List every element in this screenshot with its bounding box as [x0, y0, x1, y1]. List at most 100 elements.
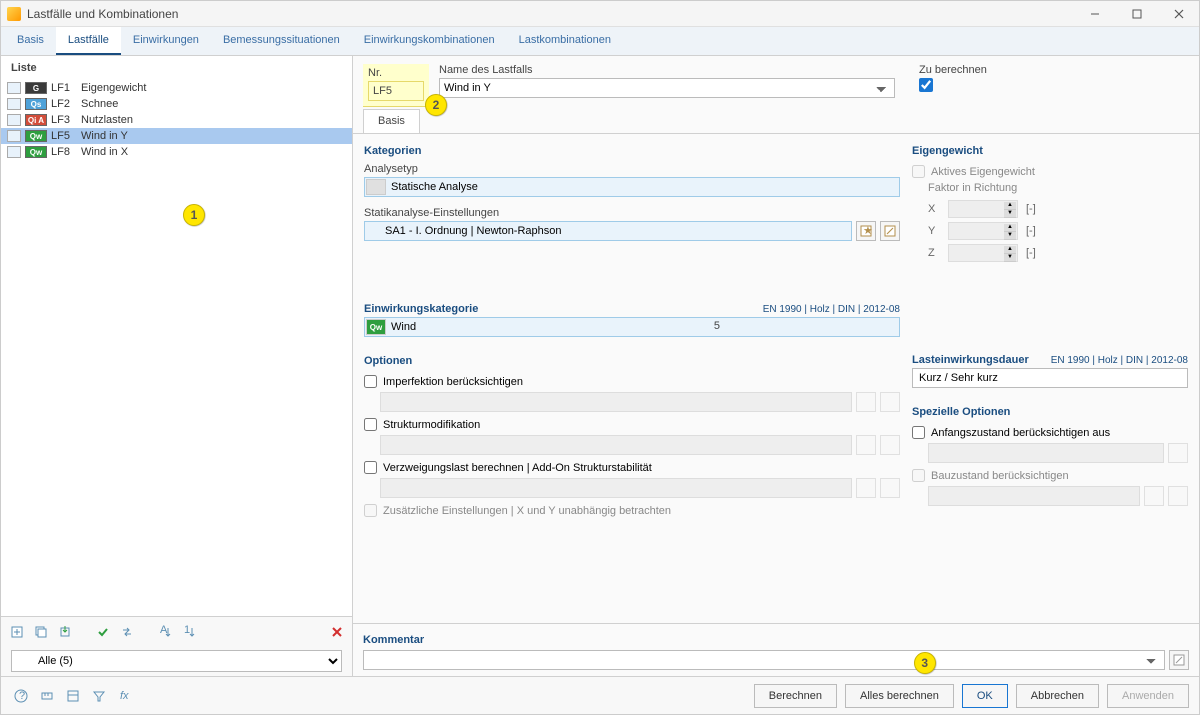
analysetyp-select[interactable]: Statische Analyse — [364, 177, 900, 197]
opt-verzweigung-label: Verzweigungslast berechnen | Add-On Stru… — [383, 462, 652, 474]
help-icon[interactable]: ? — [11, 686, 31, 706]
category-badge: Qw — [25, 130, 47, 142]
list-item[interactable]: GLF1Eigengewicht — [1, 80, 352, 96]
tab-lastkombinationen[interactable]: Lastkombinationen — [507, 27, 623, 55]
list-item-num: LF8 — [51, 146, 77, 158]
list-item-name: Wind in X — [81, 146, 128, 158]
tab-einwirkungen[interactable]: Einwirkungen — [121, 27, 211, 55]
opt-xy-checkbox — [364, 504, 377, 517]
tab-basis[interactable]: Basis — [5, 27, 56, 55]
lasteinwirkung-title: Lasteinwirkungsdauer — [912, 350, 1029, 368]
list-item-name: Eigengewicht — [81, 82, 146, 94]
factor-axis-label: Z — [928, 247, 940, 259]
statik-new-icon[interactable]: ★ — [856, 221, 876, 241]
new-item-icon[interactable] — [7, 622, 27, 642]
kommentar-edit-icon[interactable] — [1169, 650, 1189, 670]
opt-imperfektion-label: Imperfektion berücksichtigen — [383, 376, 523, 388]
list-item-name: Wind in Y — [81, 130, 128, 142]
tab-lastfälle[interactable]: Lastfälle — [56, 27, 121, 55]
svg-text:★: ★ — [863, 225, 872, 237]
swap-icon[interactable] — [117, 622, 137, 642]
list-header: Liste — [1, 56, 352, 78]
spec2-label: Bauzustand berücksichtigen — [931, 470, 1069, 482]
import-icon[interactable] — [55, 622, 75, 642]
tab-einwirkungskombinationen[interactable]: Einwirkungskombinationen — [352, 27, 507, 55]
sort-num-icon[interactable]: 1 — [179, 622, 199, 642]
factor-axis-label: Y — [928, 225, 940, 237]
einwirkung-title: Einwirkungskategorie — [364, 299, 478, 317]
optionen-title: Optionen — [364, 351, 900, 369]
eg-factor-label: Faktor in Richtung — [928, 182, 1188, 194]
fx-icon[interactable]: fx — [115, 686, 135, 706]
svg-text:fx: fx — [120, 690, 129, 702]
list-filter-select[interactable]: Alle (5) — [11, 650, 342, 672]
spec2-edit-icon — [1168, 486, 1188, 506]
opt-strukturmod-checkbox[interactable] — [364, 418, 377, 431]
opt-imperfektion-checkbox[interactable] — [364, 375, 377, 388]
lasteinwirkung-meta: EN 1990 | Holz | DIN | 2012-08 — [1051, 355, 1188, 366]
tab-bemessungssituationen[interactable]: Bemessungssituationen — [211, 27, 352, 55]
abbrechen-button[interactable]: Abbrechen — [1016, 684, 1099, 708]
settings-icon[interactable] — [63, 686, 83, 706]
factor-input-y: ▲▼ — [948, 222, 1018, 240]
annotation-badge-2: 2 — [425, 94, 447, 116]
list-swatch — [7, 146, 21, 158]
filter-icon[interactable] — [89, 686, 109, 706]
category-badge: Qi A — [25, 114, 47, 126]
nr-label: Nr. — [368, 67, 424, 79]
nr-input[interactable] — [368, 81, 424, 101]
load-case-list: GLF1EigengewichtQsLF2SchneeQi ALF3Nutzla… — [1, 78, 352, 616]
opt-verzweigung-checkbox[interactable] — [364, 461, 377, 474]
spec2-input — [928, 486, 1140, 506]
list-toolbar: A 1 — [1, 616, 352, 646]
anwenden-button[interactable]: Anwenden — [1107, 684, 1189, 708]
spec1-checkbox[interactable] — [912, 426, 925, 439]
factor-unit: [-] — [1026, 225, 1036, 237]
analysetyp-chip — [366, 179, 386, 195]
list-item-name: Schnee — [81, 98, 118, 110]
list-item[interactable]: Qw LF8 Wind in X — [1, 144, 352, 160]
eg-active-label: Aktives Eigengewicht — [931, 166, 1035, 178]
to-calculate-checkbox[interactable] — [919, 78, 933, 92]
lasteinwirkung-select[interactable]: Kurz / Sehr kurz — [912, 368, 1188, 388]
calc-label: Zu berechnen — [919, 64, 1189, 76]
maximize-button[interactable] — [1123, 6, 1151, 22]
check-icon[interactable] — [93, 622, 113, 642]
einwirkung-badge: Qw — [366, 319, 386, 335]
kommentar-input[interactable] — [363, 650, 1165, 670]
annotation-badge-3: 3 — [914, 652, 936, 674]
statik-edit-icon[interactable] — [880, 221, 900, 241]
title-bar[interactable]: Lastfälle und Kombinationen — [1, 1, 1199, 27]
list-item[interactable]: QsLF2Schnee — [1, 96, 352, 112]
opt2-edit-icon — [880, 435, 900, 455]
statik-select[interactable]: SA1 - I. Ordnung | Newton-Raphson — [364, 221, 852, 241]
berechnen-button[interactable]: Berechnen — [754, 684, 837, 708]
factor-input-z: ▲▼ — [948, 244, 1018, 262]
delete-icon[interactable] — [328, 623, 346, 641]
list-swatch — [7, 114, 21, 126]
copy-item-icon[interactable] — [31, 622, 51, 642]
list-item-num: LF5 — [51, 130, 77, 142]
svg-text:1: 1 — [184, 625, 190, 636]
spec1-input — [928, 443, 1164, 463]
factor-unit: [-] — [1026, 247, 1036, 259]
units-icon[interactable] — [37, 686, 57, 706]
einwirkung-select[interactable]: Wind — [364, 317, 900, 337]
einwirkung-meta: EN 1990 | Holz | DIN | 2012-08 — [763, 304, 900, 315]
opt3-new-icon — [856, 478, 876, 498]
opt-strukturmod-label: Strukturmodifikation — [383, 419, 480, 431]
analysetyp-label: Analysetyp — [364, 163, 900, 175]
list-item[interactable]: Qi ALF3Nutzlasten — [1, 112, 352, 128]
sort-alpha-icon[interactable]: A — [155, 622, 175, 642]
list-item-num: LF1 — [51, 82, 77, 94]
subtab-basis[interactable]: Basis — [363, 109, 420, 133]
loadcase-name-select[interactable]: Wind in Y — [439, 78, 895, 98]
minimize-button[interactable] — [1081, 6, 1109, 22]
list-item-num: LF3 — [51, 114, 77, 126]
list-item[interactable]: Qw LF5 Wind in Y — [1, 128, 352, 144]
ok-button[interactable]: OK — [962, 684, 1008, 708]
close-button[interactable] — [1165, 6, 1193, 22]
alles-berechnen-button[interactable]: Alles berechnen — [845, 684, 954, 708]
category-badge: Qw — [25, 146, 47, 158]
category-badge: Qs — [25, 98, 47, 110]
